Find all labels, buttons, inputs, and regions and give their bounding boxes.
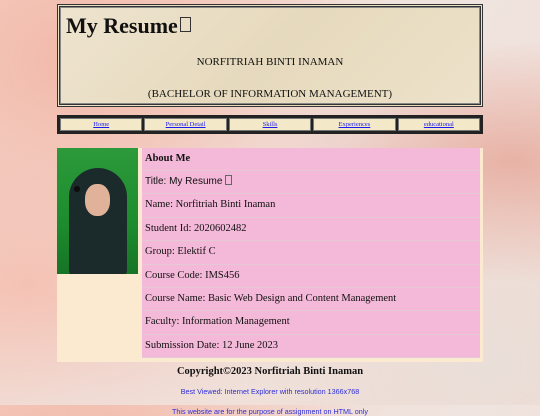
footer: Copyright©2023 Norfitriah Binti Inaman B… bbox=[57, 362, 483, 416]
profile-photo bbox=[57, 148, 138, 274]
main-content: About Me Title: My Resume Name: Norfitri… bbox=[57, 148, 483, 416]
photo-face bbox=[85, 184, 110, 216]
about-title-text: Title: My Resume bbox=[145, 176, 223, 187]
copyright-text: Copyright©2023 Norfitriah Binti Inaman bbox=[176, 366, 364, 377]
nav-link-personal-detail[interactable]: Personal Detail bbox=[144, 118, 227, 131]
nav-link-experiences[interactable]: Experiences bbox=[313, 118, 396, 131]
purpose-note: This website are for the purpose of assi… bbox=[172, 407, 368, 416]
nav-link-skills[interactable]: Skills bbox=[228, 118, 312, 131]
about-me-heading: About Me bbox=[142, 148, 480, 171]
about-course-name-row: Course Name: Basic Web Design and Conten… bbox=[142, 288, 480, 312]
owner-name: NORFITRIAH BINTI INAMAN bbox=[196, 56, 344, 68]
missing-glyph-icon bbox=[179, 17, 191, 32]
site-title-text: My Resume bbox=[66, 13, 178, 38]
page-container: My Resume NORFITRIAH BINTI INAMAN (BACHE… bbox=[57, 4, 483, 416]
about-name-row: Name: Norfitriah Binti Inaman bbox=[142, 194, 480, 218]
photo-earbud bbox=[74, 186, 80, 192]
about-me-list: About Me Title: My Resume Name: Norfitri… bbox=[142, 148, 480, 359]
about-student-id-row: Student Id: 2020602482 bbox=[142, 218, 480, 242]
about-submission-row: Submission Date: 12 June 2023 bbox=[142, 335, 480, 359]
nav-link-home[interactable]: Home bbox=[60, 118, 143, 131]
missing-glyph-icon bbox=[225, 175, 233, 185]
degree-title: (BACHELOR OF INFORMATION MANAGEMENT) bbox=[147, 88, 393, 100]
about-title-row: Title: My Resume bbox=[142, 171, 480, 195]
about-faculty-row: Faculty: Information Management bbox=[142, 311, 480, 335]
site-title: My Resume bbox=[66, 13, 191, 39]
nav-link-educational[interactable]: educational bbox=[397, 118, 481, 131]
nav-bar: Home Personal Detail Skills Experiences … bbox=[57, 115, 483, 134]
best-viewed-note: Best Viewed: Internet Explorer with reso… bbox=[180, 387, 360, 396]
about-course-code-row: Course Code: IMS456 bbox=[142, 265, 480, 288]
header-banner: My Resume NORFITRIAH BINTI INAMAN (BACHE… bbox=[57, 4, 483, 107]
about-group-row: Group: Elektif C bbox=[142, 241, 480, 265]
